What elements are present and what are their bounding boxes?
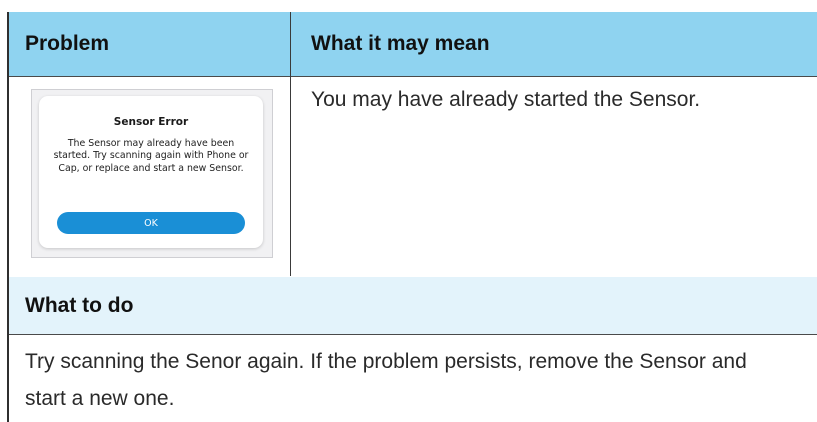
ok-button[interactable]: OK: [57, 212, 245, 234]
troubleshooting-table: Problem What it may mean Sensor Error Th…: [0, 0, 817, 422]
header-bottom-rule: [9, 76, 817, 77]
body-column-divider: [290, 76, 291, 276]
sensor-error-screenshot: Sensor Error The Sensor may already have…: [31, 89, 273, 258]
what-to-do-header: What to do: [9, 277, 817, 334]
todo-header-bottom-rule: [9, 334, 817, 335]
alert-dialog: Sensor Error The Sensor may already have…: [39, 96, 263, 248]
what-to-do-text: Try scanning the Senor again. If the pro…: [25, 350, 747, 410]
what-to-do-label: What to do: [25, 293, 134, 317]
table-header-row: Problem What it may mean: [9, 12, 817, 76]
meaning-text: You may have already started the Sensor.: [311, 88, 701, 111]
meaning-column-header: What it may mean: [311, 32, 490, 55]
header-column-divider: [290, 12, 291, 76]
alert-message: The Sensor may already have been started…: [53, 138, 249, 174]
problem-column-header: Problem: [25, 32, 110, 55]
alert-title: Sensor Error: [113, 116, 189, 128]
